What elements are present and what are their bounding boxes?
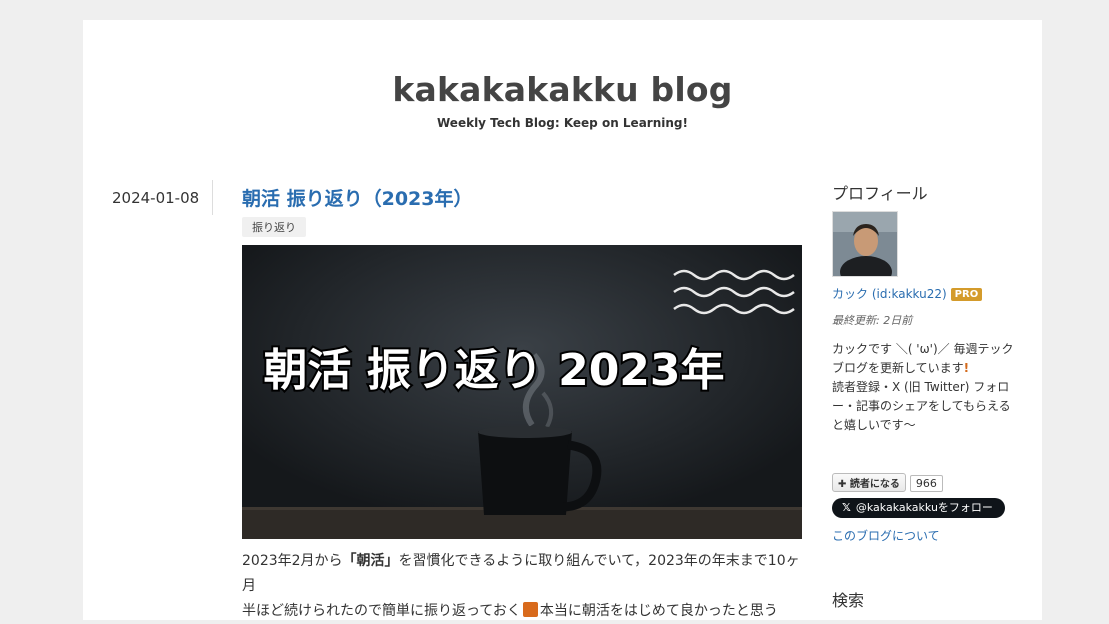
- eyecatch-illustration: 朝活 振り返り 2023年: [242, 245, 802, 539]
- body-text-1a: 2023年2月から: [242, 553, 343, 569]
- sidebar: プロフィール カック (id:kakku22) PRO 最終更新: 2日前 カック…: [832, 180, 1022, 610]
- blog-page: kakakakakku blog Weekly Tech Blog: Keep …: [83, 20, 1042, 620]
- body-line-2: 半ほど続けられたので簡単に振り返っておく 本当に朝活をはじめて良かったと思う: [242, 599, 804, 624]
- search-heading: 検索: [832, 591, 865, 610]
- profile-heading: プロフィール: [832, 184, 928, 203]
- entry-body: 2023年2月から「朝活」を習慣化できるように取り組んでいて，2023年の年末ま…: [242, 549, 804, 624]
- profile-name[interactable]: カック (id:kakku22): [832, 287, 947, 301]
- body-text-2a: 半ほど続けられたので簡単に振り返っておく: [242, 603, 521, 619]
- blog-title[interactable]: kakakakakku blog: [83, 70, 1042, 109]
- eyecatch-text: 朝活 振り返り 2023年: [263, 345, 724, 396]
- entry-date[interactable]: 2024-01-08: [112, 189, 199, 207]
- subscriber-count: 966: [909, 475, 943, 492]
- body-text-bold: 「朝活」: [342, 553, 399, 569]
- profile-description: カックです ＼( 'ω')／ 毎週テックブログを更新しています! 読者登録・X …: [832, 340, 1022, 435]
- blog-description: Weekly Tech Blog: Keep on Learning!: [437, 116, 688, 130]
- avatar-photo: [833, 212, 897, 276]
- x-logo-icon: 𝕏: [842, 501, 851, 514]
- body-text-2b: 本当に朝活をはじめて良かったと思う: [539, 603, 778, 619]
- avatar[interactable]: [832, 211, 898, 277]
- x-follow-button[interactable]: 𝕏 @kakakakakkuをフォロー: [832, 498, 1005, 518]
- last-updated: 最終更新: 2日前: [832, 314, 913, 327]
- body-line-1: 2023年2月から「朝活」を習慣化できるように取り組んでいて，2023年の年末ま…: [242, 549, 804, 599]
- about-blog-link[interactable]: このブログについて: [832, 527, 940, 544]
- profile-text-2: 読者登録・X (旧 Twitter) フォロー・記事のシェアをしてもらえると嬉し…: [832, 380, 1011, 432]
- pro-badge: PRO: [950, 288, 983, 301]
- profile-name-link[interactable]: カック (id:kakku22) PRO: [832, 285, 983, 302]
- category-tag[interactable]: 振り返り: [242, 217, 306, 237]
- subscribe-button[interactable]: ✚ 読者になる: [832, 473, 906, 492]
- eyecatch-image[interactable]: 朝活 振り返り 2023年: [242, 245, 802, 539]
- exclamation-icon: !: [963, 361, 970, 375]
- sunrise-emoji-icon: [522, 602, 538, 617]
- x-follow-label: @kakakakakkuをフォロー: [855, 501, 993, 514]
- subscribe-widget: ✚ 読者になる 966: [832, 472, 943, 492]
- profile-text-1: カックです ＼( 'ω')／ 毎週テックブログを更新しています: [832, 342, 1014, 375]
- entry-title[interactable]: 朝活 振り返り（2023年）: [242, 184, 473, 211]
- subscribe-label: 読者になる: [849, 479, 900, 490]
- date-divider: [212, 180, 213, 215]
- plus-icon: ✚: [838, 479, 850, 490]
